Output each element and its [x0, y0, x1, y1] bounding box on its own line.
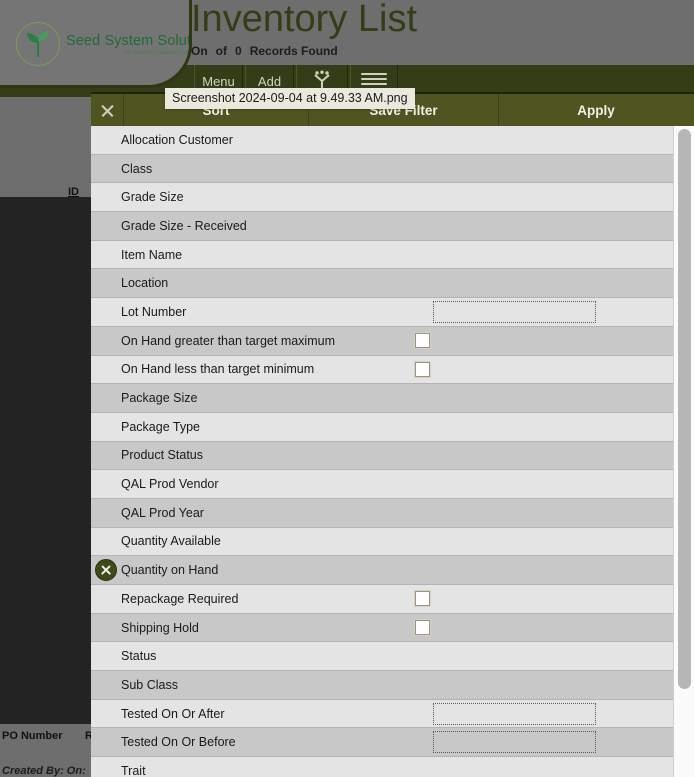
close-glyph	[100, 103, 115, 118]
filter-row[interactable]: QAL Prod Vendor	[91, 470, 673, 499]
filter-row[interactable]: Product Status	[91, 441, 673, 471]
filter-row-label: Item Name	[121, 247, 183, 262]
close-icon[interactable]	[91, 94, 124, 126]
filter-row-label: QAL Prod Vendor	[121, 477, 219, 492]
filter-row-checkbox[interactable]	[415, 361, 430, 377]
filter-row-label: Location	[121, 276, 169, 291]
records-found-status: On of 0 Records Found	[191, 44, 346, 58]
logo-name: Seed System Solution	[66, 32, 192, 49]
seedling-logo-icon	[16, 22, 60, 66]
filter-row-label: Package Size	[121, 391, 198, 406]
filter-row[interactable]: Status	[91, 642, 673, 672]
filter-row-label: Quantity on Hand	[121, 563, 219, 578]
filter-row[interactable]: Repackage Required	[91, 585, 673, 614]
filter-row-label: Tested On Or Before	[121, 735, 236, 750]
logo-card: Seed System Solution By: Creative Custom…	[0, 0, 192, 88]
filter-row-label: Allocation Customer	[121, 132, 233, 147]
screen: Inventory List On of 0 Records Found Menu A…	[0, 0, 694, 777]
filter-row-input[interactable]	[433, 731, 596, 754]
filter-row-label: QAL Prod Year	[121, 505, 204, 520]
filter-row-label: Tested On Or After	[121, 706, 225, 721]
filter-row[interactable]: Package Type	[91, 412, 673, 442]
filter-row[interactable]: Quantity on Hand	[91, 556, 673, 585]
filter-row[interactable]: Grade Size - Received	[91, 212, 673, 241]
filter-row-label: Trait	[121, 763, 146, 777]
records-suffix: Records Found	[249, 44, 338, 58]
filter-row[interactable]: Shipping Hold	[91, 613, 673, 643]
created-by-label: Created By: On:	[2, 765, 86, 777]
filter-row[interactable]: Location	[91, 269, 673, 299]
filter-row-input[interactable]	[433, 300, 596, 323]
filter-row-label: Grade Size	[121, 190, 184, 205]
filter-row[interactable]: Class	[91, 154, 673, 184]
logo-subtitle: By: Creative Customized Programming	[124, 49, 192, 56]
column-header-id[interactable]: ID	[68, 186, 79, 198]
filter-row-checkbox[interactable]	[415, 591, 430, 607]
filter-row[interactable]: Item Name	[91, 240, 673, 270]
filter-row[interactable]: Package Size	[91, 384, 673, 413]
records-prefix: On	[191, 44, 208, 58]
filter-row[interactable]: Allocation Customer	[91, 126, 673, 155]
filter-panel: Sort Save Filter Apply Allocation Custom…	[91, 92, 694, 777]
filter-row-checkbox[interactable]	[415, 620, 430, 636]
filter-scrollbar-track[interactable]	[673, 126, 694, 777]
filter-row[interactable]: Tested On Or After	[91, 699, 673, 729]
filter-row-label: Lot Number	[121, 304, 187, 319]
filter-row-label: Quantity Available	[121, 534, 221, 549]
filter-row-label: Grade Size - Received	[121, 218, 247, 233]
filter-row-label: Product Status	[121, 448, 203, 463]
filter-row[interactable]: Sub Class	[91, 671, 673, 700]
filter-row-label: Shipping Hold	[121, 620, 199, 635]
filter-row-checkbox[interactable]	[415, 333, 430, 349]
file-name-tooltip: Screenshot 2024-09-04 at 9.49.33 AM.png	[165, 88, 415, 109]
filter-row[interactable]: On Hand greater than target maximum	[91, 326, 673, 356]
logo-text: Seed System Solution By: Creative Custom…	[66, 32, 192, 56]
filter-row[interactable]: Lot Number	[91, 298, 673, 327]
filter-scrollbar-thumb[interactable]	[678, 129, 691, 689]
records-count: 0	[235, 44, 242, 58]
hamburger-bars	[361, 72, 387, 90]
filter-row-label: Package Type	[121, 419, 200, 434]
filter-row-label: Repackage Required	[121, 591, 239, 606]
logo: Seed System Solution By: Creative Custom…	[16, 22, 192, 66]
filter-row[interactable]: Grade Size	[91, 183, 673, 213]
filter-row-label: Status	[121, 649, 157, 664]
filter-row[interactable]: QAL Prod Year	[91, 498, 673, 528]
filter-row-label: On Hand less than target minimum	[121, 362, 315, 377]
filter-row[interactable]: On Hand less than target minimum	[91, 355, 673, 385]
filter-row-label: Class	[121, 161, 153, 176]
records-of: of	[215, 44, 227, 58]
filter-row[interactable]: Trait	[91, 757, 673, 777]
filter-row-label: On Hand greater than target maximum	[121, 333, 335, 348]
filter-row-list: Allocation Customer Class Grade Size Grade …	[91, 126, 673, 777]
column-header-po-number[interactable]: PO Number	[2, 730, 63, 742]
filter-row-input[interactable]	[433, 702, 596, 725]
filter-row[interactable]: Tested On Or Before	[91, 728, 673, 758]
page-title: Inventory List	[191, 0, 417, 40]
filter-row-label: Sub Class	[121, 677, 178, 692]
filter-row[interactable]: Quantity Available	[91, 527, 673, 557]
apply-button[interactable]: Apply	[499, 94, 693, 126]
clear-filter-icon[interactable]	[95, 559, 117, 582]
